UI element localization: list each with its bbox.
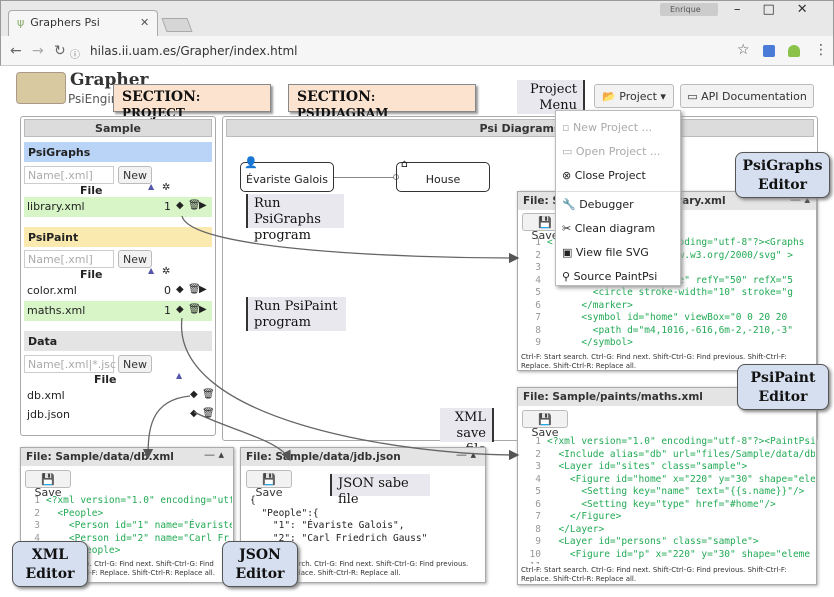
arrow-db-xml — [142, 395, 191, 460]
arrow-run-psigraphs — [181, 215, 520, 264]
annotation-arrows — [142, 215, 520, 462]
arrow-run-psipaint — [181, 317, 520, 461]
arrow-jdb-json — [193, 411, 291, 462]
